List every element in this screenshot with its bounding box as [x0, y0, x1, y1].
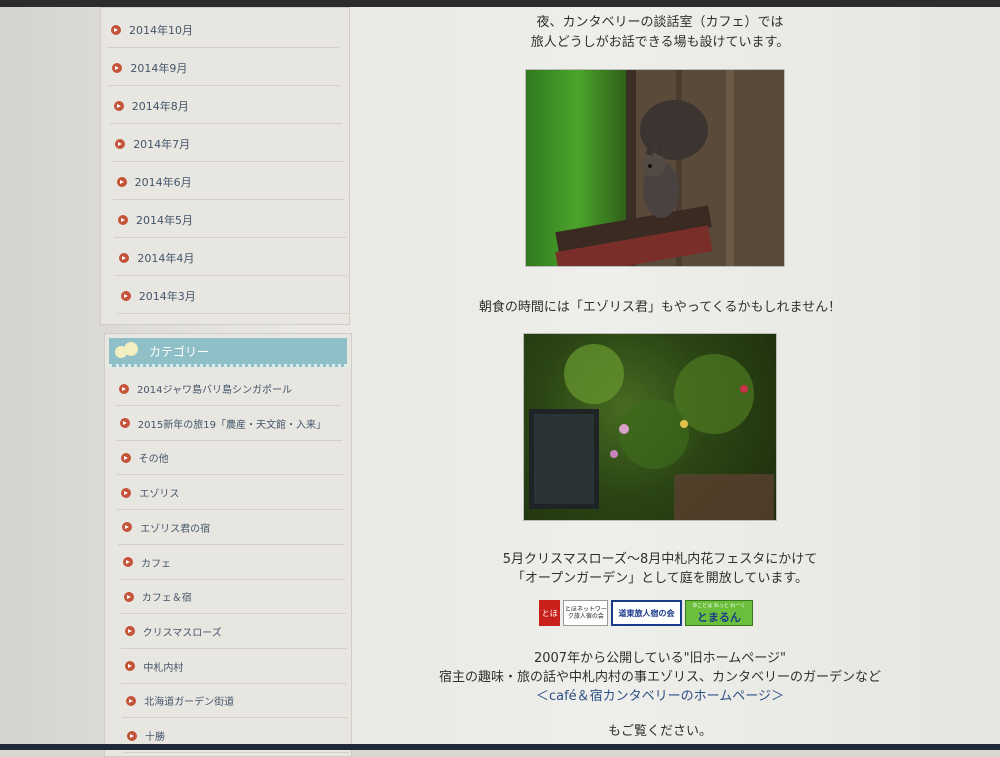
sidebar: 2014年10月 2014年9月 2014年8月 2014年7月 2014年6月 2014…	[96, 7, 358, 757]
category-item-label: 2014ジャワ島バリ島シンガポール	[137, 385, 292, 396]
category-item[interactable]: エゾリス	[117, 476, 344, 511]
arrow-bullet-icon	[120, 452, 131, 463]
squirrel-photo	[526, 70, 784, 266]
tomarun-banner-top: ゆこどは ねっと わーく	[692, 602, 746, 609]
archive-item[interactable]: 2014年5月	[114, 202, 346, 238]
category-item-label: エゾリス君の宿	[140, 523, 211, 535]
arrow-bullet-icon	[112, 62, 123, 73]
archive-item-label: 2014年9月	[130, 61, 188, 75]
old-homepage-line-2: 宿主の趣味・旅の話や中札内村の事エゾリス、カンタベリーのガーデンなど	[438, 670, 881, 685]
intro-line-1: 夜、カンタベリーの談話室（カフェ）では	[536, 15, 784, 30]
doto-inn-banner[interactable]: 道東旅人宿の会	[611, 600, 682, 626]
taskbar	[0, 744, 1000, 750]
arrow-bullet-icon	[122, 522, 133, 533]
category-item-label: 2015新年の旅19「農産・天文館・入来」	[137, 419, 326, 431]
category-item[interactable]: 2015新年の旅19「農産・天文館・入来」	[115, 407, 342, 441]
squirrel-caption: 朝食の時間には「エゾリス君」もやってくるかもしれません！	[478, 300, 842, 315]
arrow-bullet-icon	[125, 661, 136, 672]
arrow-bullet-icon	[116, 176, 127, 187]
category-item-label: 北海道ガーデン街道	[144, 697, 235, 709]
tomarun-banner-label: とまるん	[696, 610, 741, 624]
arrow-bullet-icon	[123, 557, 133, 567]
category-item[interactable]: 中札内村	[121, 650, 348, 684]
archive-item-label: 2014年6月	[134, 175, 192, 189]
arrow-bullet-icon	[123, 591, 134, 602]
partner-banners: とほ とほネットワーク旅人宿の会 道東旅人宿の会 ゆこどは ねっと わーく とま…	[539, 600, 753, 626]
intro-line-2: 旅人どうしがお話できる場も設けています。	[530, 35, 790, 50]
category-item-label: 中札内村	[143, 662, 184, 674]
arrow-bullet-icon	[119, 252, 130, 263]
main-content: 夜、カンタベリーの談話室（カフェ）では 旅人どうしがお話できる場も設けています。…	[380, 7, 980, 745]
category-item-label: エゾリス	[139, 489, 180, 501]
category-item-label: カフェ＆宿	[141, 593, 192, 605]
category-item[interactable]: カフェ	[119, 546, 345, 580]
category-item-label: クリスマスローズ	[142, 627, 222, 639]
archive-item[interactable]: 2014年9月	[108, 50, 341, 86]
category-item[interactable]: その他	[116, 441, 343, 476]
archive-item[interactable]: 2014年4月	[115, 240, 348, 276]
archive-item-label: 2014年4月	[137, 251, 195, 265]
category-widget: カテゴリー 2014ジャワ島バリ島シンガポール 2015新年の旅19「農産・天文館…	[104, 333, 352, 757]
arrow-bullet-icon	[127, 730, 137, 741]
speech-bubble-icon	[115, 342, 139, 360]
archive-item[interactable]: 2014年7月	[111, 126, 344, 162]
category-item-label: カフェ	[141, 558, 171, 570]
old-homepage-link[interactable]: ＜café＆宿カンタベリーのホームページ＞	[380, 685, 940, 704]
category-item[interactable]: クリスマスローズ	[120, 615, 347, 649]
category-item[interactable]: 北海道ガーデン街道	[122, 684, 349, 719]
old-homepage-line-1: 2007年から公開している"旧ホームページ"	[533, 651, 786, 666]
category-item[interactable]: 2014ジャワ島バリ島シンガポール	[115, 372, 341, 406]
toho-mark-icon[interactable]: とほ	[539, 600, 561, 626]
garden-line-1: 5月クリスマスローズ～8月中札内花フェスタにかけて	[502, 552, 818, 567]
arrow-bullet-icon	[119, 383, 129, 394]
archive-item[interactable]: 2014年6月	[112, 164, 345, 200]
arrow-bullet-icon	[121, 487, 132, 498]
tomarun-banner[interactable]: ゆこどは ねっと わーく とまるん	[684, 600, 753, 626]
category-item-label: 十勝	[145, 732, 165, 743]
category-item[interactable]: カフェ＆宿	[119, 580, 346, 615]
archive-item[interactable]: 2014年8月	[109, 88, 342, 124]
top-bezel	[0, 0, 1000, 7]
archive-item-label: 2014年10月	[129, 23, 193, 37]
garden-line-2: 「オープンガーデン」として庭を開放しています。	[511, 571, 809, 586]
arrow-bullet-icon	[124, 626, 135, 637]
arrow-bullet-icon	[115, 138, 126, 149]
category-header: カテゴリー	[109, 338, 347, 367]
archive-item-label: 2014年5月	[136, 213, 193, 227]
category-header-label: カテゴリー	[149, 344, 210, 359]
archive-item-label: 2014年3月	[138, 289, 196, 303]
archive-item-label: 2014年7月	[133, 137, 191, 151]
garden-photo	[524, 334, 776, 520]
category-item-label: その他	[138, 454, 169, 466]
archive-item[interactable]: 2014年3月	[116, 278, 349, 314]
archive-item[interactable]: 2014年10月	[107, 12, 339, 48]
arrow-bullet-icon	[120, 290, 131, 301]
arrow-bullet-icon	[126, 695, 137, 706]
arrow-bullet-icon	[118, 214, 128, 225]
arrow-bullet-icon	[111, 24, 121, 35]
arrow-bullet-icon	[113, 100, 124, 111]
category-item[interactable]: エゾリス君の宿	[118, 511, 345, 545]
old-homepage-line-3: もご覧ください。	[607, 724, 712, 739]
archive-widget: 2014年10月 2014年9月 2014年8月 2014年7月 2014年6月 2014…	[100, 7, 350, 325]
toho-network-banner[interactable]: とほネットワーク旅人宿の会	[563, 600, 609, 626]
arrow-bullet-icon	[119, 418, 130, 429]
archive-item-label: 2014年8月	[131, 99, 189, 113]
